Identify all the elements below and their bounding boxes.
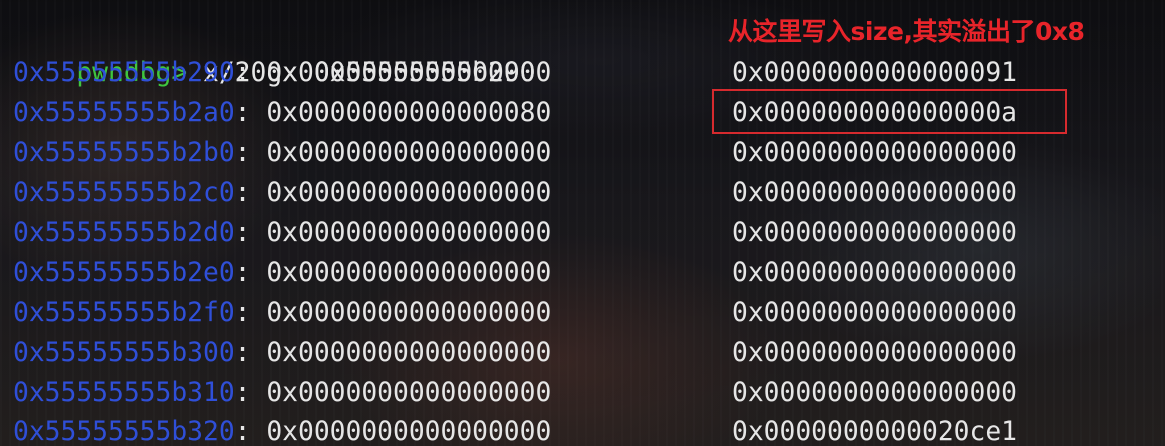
- memory-row: 0x55555555b300: 0x0000000000000000: [13, 338, 552, 368]
- memory-word-2: 0x0000000000000000: [732, 298, 1017, 328]
- memory-word-2: 0x0000000000020ce1: [732, 417, 1017, 446]
- memory-word-1: 0x0000000000000000: [266, 178, 552, 208]
- memory-word-2: 0x0000000000000000: [732, 138, 1017, 168]
- memory-word-2-highlighted: 0x000000000000000a: [732, 98, 1017, 128]
- memory-word-2: 0x0000000000000000: [732, 178, 1017, 208]
- memory-address: 0x55555555b2e0: [13, 258, 235, 288]
- memory-word-2: 0x0000000000000000: [732, 218, 1017, 248]
- memory-address: 0x55555555b2a0: [13, 98, 235, 128]
- memory-row: 0x55555555b320: 0x0000000000000000: [13, 417, 552, 446]
- memory-address: 0x55555555b300: [13, 338, 235, 368]
- memory-word-2: 0x0000000000000000: [732, 378, 1017, 408]
- command-line: pwndbg> x/20gx 0x55555555b290: [13, 13, 535, 88]
- memory-row: 0x55555555b2c0: 0x0000000000000000: [13, 178, 552, 208]
- memory-address: 0x55555555b2c0: [13, 178, 235, 208]
- memory-row: 0x55555555b2a0: 0x0000000000000080: [13, 98, 552, 128]
- memory-address: 0x55555555b2f0: [13, 298, 235, 328]
- memory-address: 0x55555555b2b0: [13, 138, 235, 168]
- overflow-annotation: 从这里写入size,其实溢出了0x8: [728, 17, 1085, 46]
- memory-word-1: 0x0000000000000000: [266, 58, 552, 88]
- memory-word-1: 0x0000000000000080: [266, 98, 552, 128]
- memory-row: 0x55555555b310: 0x0000000000000000: [13, 378, 552, 408]
- memory-word-1: 0x0000000000000000: [266, 218, 552, 248]
- terminal-window[interactable]: pwndbg> x/20gx 0x55555555b290 从这里写入size,…: [0, 0, 1165, 446]
- memory-word-2: 0x0000000000000000: [732, 258, 1017, 288]
- memory-address: 0x55555555b310: [13, 378, 235, 408]
- memory-address: 0x55555555b2d0: [13, 218, 235, 248]
- memory-address: 0x55555555b290: [13, 58, 235, 88]
- memory-word-1: 0x0000000000000000: [266, 417, 552, 446]
- memory-row: 0x55555555b2f0: 0x0000000000000000: [13, 298, 552, 328]
- memory-address: 0x55555555b320: [13, 417, 235, 446]
- memory-word-1: 0x0000000000000000: [266, 138, 552, 168]
- memory-word-1: 0x0000000000000000: [266, 338, 552, 368]
- memory-word-1: 0x0000000000000000: [266, 298, 552, 328]
- memory-word-1: 0x0000000000000000: [266, 258, 552, 288]
- memory-row: 0x55555555b290: 0x0000000000000000: [13, 58, 552, 88]
- memory-row: 0x55555555b2d0: 0x0000000000000000: [13, 218, 552, 248]
- memory-row: 0x55555555b2e0: 0x0000000000000000: [13, 258, 552, 288]
- memory-word-1: 0x0000000000000000: [266, 378, 552, 408]
- memory-word-2: 0x0000000000000091: [732, 58, 1017, 88]
- memory-word-2: 0x0000000000000000: [732, 338, 1017, 368]
- memory-row: 0x55555555b2b0: 0x0000000000000000: [13, 138, 552, 168]
